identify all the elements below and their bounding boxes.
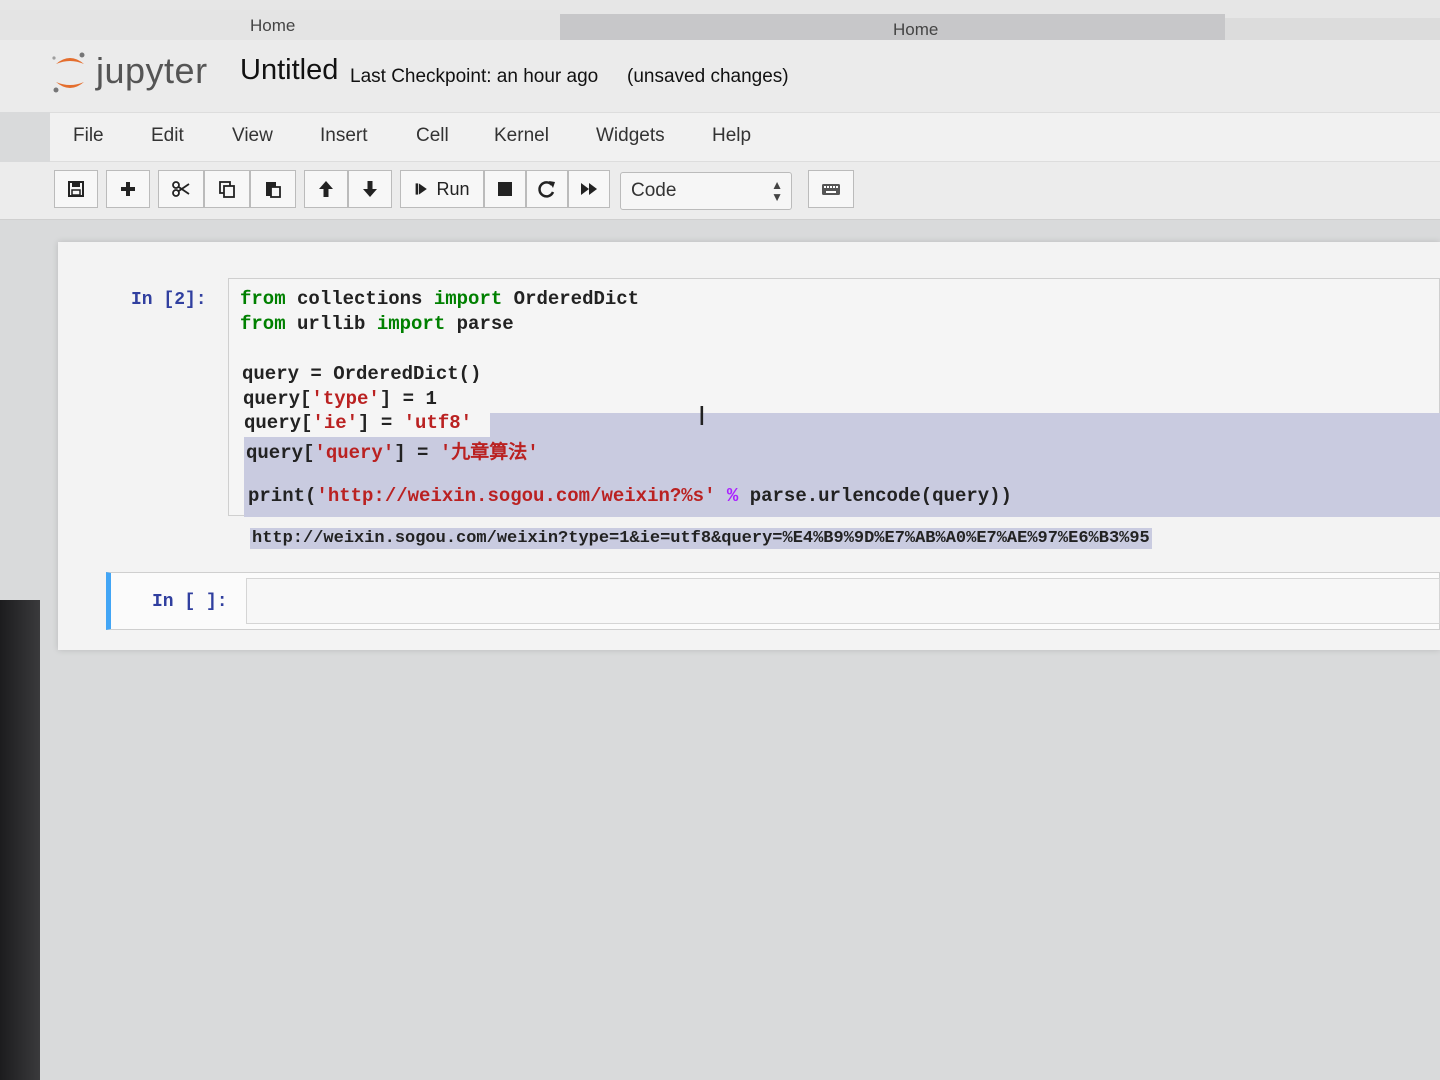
cell1-input-prompt: In [2]: <box>131 290 207 310</box>
menu-insert[interactable]: Insert <box>320 125 368 147</box>
move-up-button[interactable] <box>304 170 348 208</box>
command-palette-button[interactable] <box>808 170 854 208</box>
cell2-code-editor[interactable] <box>246 578 1440 624</box>
notebook-toolbar: Run Code ▲ ▼ <box>0 162 1440 220</box>
paste-icon <box>266 182 281 198</box>
keyboard-icon <box>822 184 840 195</box>
menu-view[interactable]: View <box>232 125 273 147</box>
run-icon <box>416 183 428 195</box>
jupyter-logo-icon <box>52 52 85 93</box>
last-checkpoint: Last Checkpoint: an hour ago <box>350 66 599 87</box>
code-line-9: print('http://weixin.sogou.com/weixin?%s… <box>248 485 1012 507</box>
select-arrows-icon: ▲ ▼ <box>771 178 783 204</box>
paste-button[interactable] <box>250 170 296 208</box>
code-line-6: query['ie'] = 'utf8' <box>244 412 473 434</box>
cut-icon <box>172 181 190 197</box>
code-line-2: from urllib import parse <box>240 313 514 335</box>
insert-cell-button[interactable] <box>106 170 150 208</box>
cell2-input-prompt: In [ ]: <box>152 592 228 612</box>
selection-highlight <box>490 413 1440 437</box>
cell1-output: http://weixin.sogou.com/weixin?type=1&ie… <box>250 528 1152 549</box>
notebook-name[interactable]: Untitled <box>240 54 338 87</box>
jupyter-logo-text: jupyter <box>96 50 208 91</box>
run-button[interactable]: Run <box>400 170 484 208</box>
fast-forward-icon <box>581 183 597 195</box>
run-label: Run <box>436 178 470 199</box>
menu-cell[interactable]: Cell <box>416 125 449 147</box>
menu-help[interactable]: Help <box>712 125 751 147</box>
code-line-7: query['query'] = '九章算法' <box>246 442 539 464</box>
arrow-down-icon <box>363 181 377 197</box>
save-icon <box>68 181 84 197</box>
text-cursor-icon: I <box>698 402 706 432</box>
cut-button[interactable] <box>158 170 204 208</box>
screen-bezel <box>0 600 40 1080</box>
menu-edit[interactable]: Edit <box>151 125 184 147</box>
interrupt-button[interactable] <box>484 170 526 208</box>
menu-kernel[interactable]: Kernel <box>494 125 549 147</box>
code-line-4: query = OrderedDict() <box>242 363 482 385</box>
move-down-button[interactable] <box>348 170 392 208</box>
menu-widgets[interactable]: Widgets <box>596 125 665 147</box>
jupyter-logo[interactable]: jupyter <box>50 48 230 98</box>
menu-file[interactable]: File <box>73 125 104 147</box>
restart-run-all-button[interactable] <box>568 170 610 208</box>
save-button[interactable] <box>54 170 98 208</box>
code-line-1: from collections import OrderedDict <box>240 288 640 310</box>
restart-icon <box>538 181 555 198</box>
unsaved-status: (unsaved changes) <box>627 66 789 87</box>
menu-bar: File Edit View Insert Cell Kernel Widget… <box>50 112 1440 162</box>
notebook-header: jupyter Untitled Last Checkpoint: an hou… <box>0 40 1440 112</box>
copy-button[interactable] <box>204 170 250 208</box>
cell-type-value: Code <box>631 180 677 201</box>
arrow-up-icon <box>319 181 333 197</box>
copy-icon <box>219 181 235 198</box>
code-line-5: query['type'] = 1 <box>243 388 437 410</box>
cell-type-select[interactable]: Code ▲ ▼ <box>620 172 792 210</box>
restart-kernel-button[interactable] <box>526 170 568 208</box>
stop-icon <box>498 182 512 196</box>
plus-icon <box>121 182 135 196</box>
